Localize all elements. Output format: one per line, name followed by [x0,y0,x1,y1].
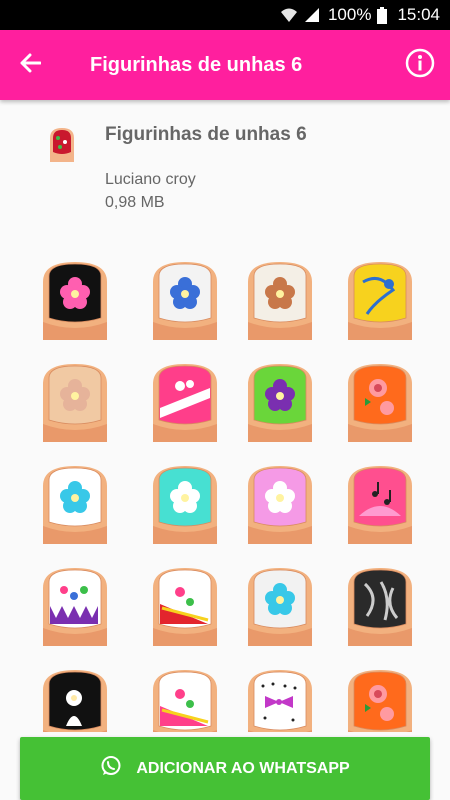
sticker-item[interactable] [345,670,415,732]
app-bar: Figurinhas de unhas 6 [0,30,450,100]
sticker-item[interactable] [150,568,220,646]
sticker-item[interactable] [40,364,110,442]
signal-icon [304,7,320,23]
status-icons: 100% [280,5,388,25]
sticker-grid [0,262,450,732]
pack-size: 0,98 MB [105,194,165,211]
sticker-item[interactable] [150,364,220,442]
sticker-item[interactable] [150,262,220,340]
arrow-back-icon [19,53,42,78]
sticker-item[interactable] [345,364,415,442]
battery-icon [377,6,388,24]
pack-tray-icon [48,126,76,162]
add-button-label: ADICIONAR AO WHATSAPP [136,759,350,777]
back-button[interactable] [0,30,60,100]
sticker-item[interactable] [150,466,220,544]
sticker-item[interactable] [345,466,415,544]
sticker-item[interactable] [150,670,220,732]
sticker-item[interactable] [345,568,415,646]
sticker-item[interactable] [245,364,315,442]
page-title: Figurinhas de unhas 6 [90,53,303,76]
sticker-item[interactable] [245,466,315,544]
info-icon [405,48,435,83]
whatsapp-icon [100,755,122,782]
wifi-icon [280,7,298,23]
sticker-item[interactable] [40,670,110,732]
sticker-item[interactable] [40,568,110,646]
add-to-whatsapp-button[interactable]: ADICIONAR AO WHATSAPP [20,737,430,800]
status-bar: 100% 15:04 [0,0,450,30]
sticker-item[interactable] [40,262,110,340]
battery-percent: 100% [327,5,372,24]
pack-author: Luciano croy [105,171,196,188]
sticker-item[interactable] [245,670,315,732]
sticker-item[interactable] [345,262,415,340]
sticker-item[interactable] [40,466,110,544]
status-time: 15:04 [397,5,440,24]
info-button[interactable] [390,30,450,100]
sticker-item[interactable] [245,262,315,340]
sticker-item[interactable] [245,568,315,646]
pack-name: Figurinhas de unhas 6 [105,124,307,145]
